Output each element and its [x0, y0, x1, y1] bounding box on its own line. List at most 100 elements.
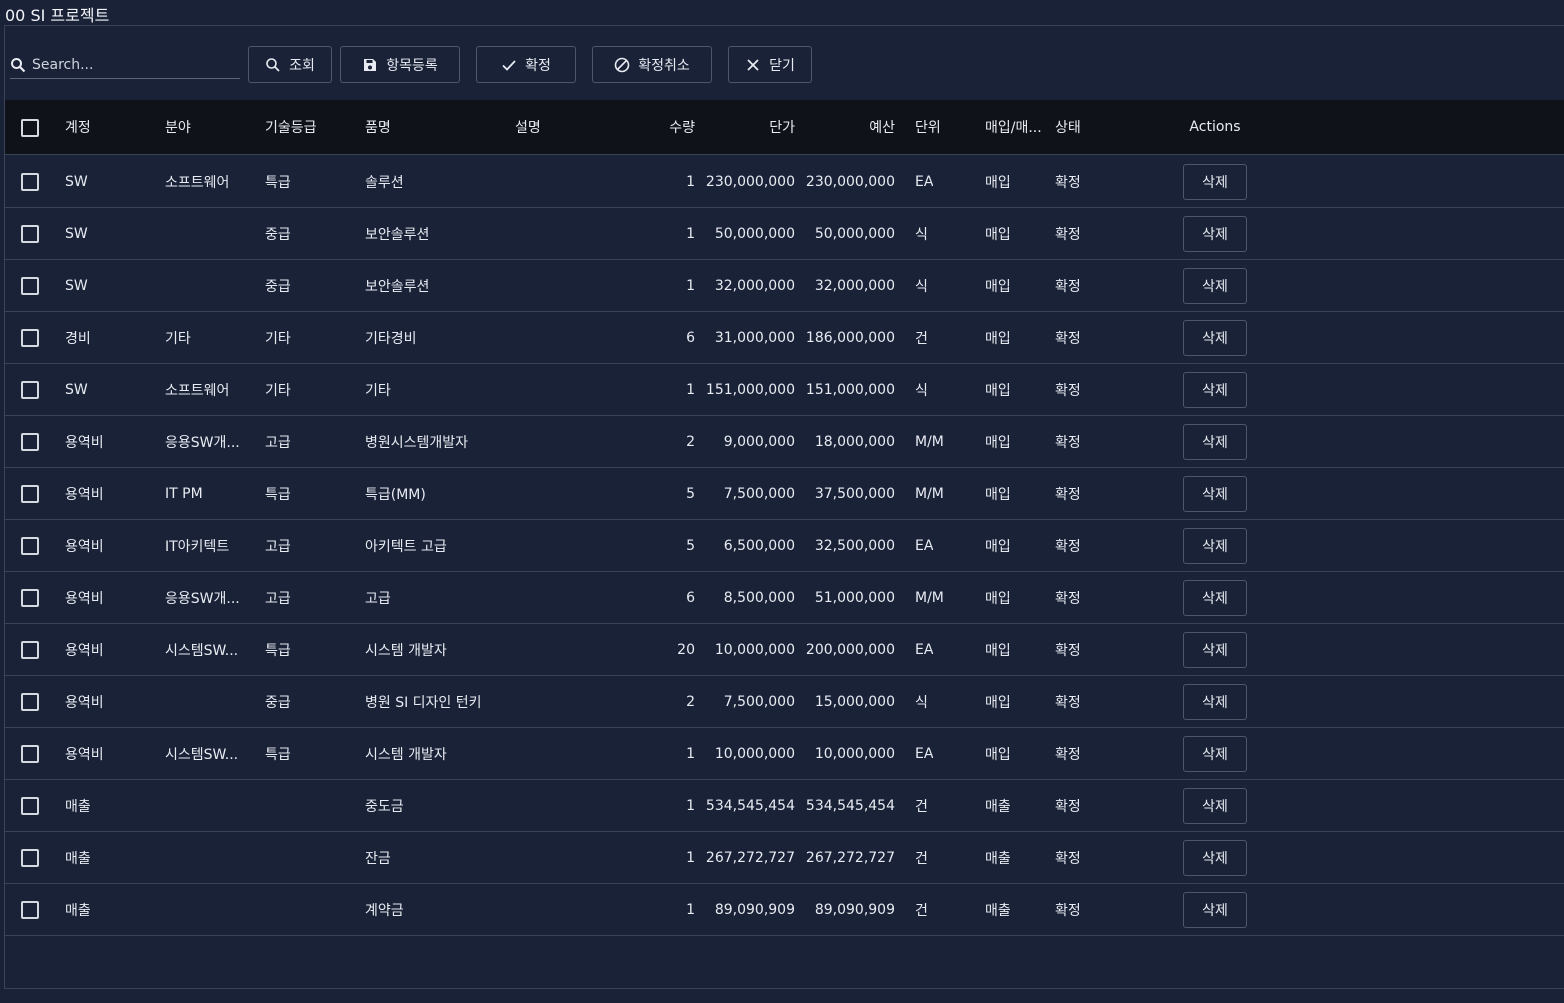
cell-description	[515, 468, 635, 519]
cell-unit: 건	[915, 312, 975, 363]
row-checkbox[interactable]	[21, 173, 39, 191]
row-checkbox[interactable]	[21, 433, 39, 451]
row-checkbox[interactable]	[21, 589, 39, 607]
cell-account: SW	[65, 260, 155, 311]
row-checkbox[interactable]	[21, 797, 39, 815]
delete-button[interactable]: 삭제	[1183, 580, 1247, 616]
cell-quantity: 1	[635, 364, 695, 415]
table-row[interactable]: SW 중급 보안솔루션 1 50,000,000 50,000,000 식 매입 확정 삭제	[5, 208, 1564, 260]
row-checkbox[interactable]	[21, 641, 39, 659]
row-checkbox[interactable]	[21, 693, 39, 711]
table-row[interactable]: 매출 계약금 1 89,090,909 89,090,909 건 매출 확정 삭제	[5, 884, 1564, 936]
row-checkbox[interactable]	[21, 537, 39, 555]
delete-button[interactable]: 삭제	[1183, 632, 1247, 668]
delete-button[interactable]: 삭제	[1183, 840, 1247, 876]
cell-account-text: SW	[65, 225, 88, 242]
cell-status-text: 확정	[1055, 850, 1081, 867]
toolbar: 조회 항목등록 확정 확정취소	[5, 26, 1564, 100]
row-checkbox[interactable]	[21, 329, 39, 347]
row-checkbox[interactable]	[21, 485, 39, 503]
table-row[interactable]: 용역비 응용SW개... 고급 고급 6 8,500,000 51,000,000 M/M 매입…	[5, 572, 1564, 624]
column-header[interactable]: 상태	[1055, 100, 1115, 154]
delete-button[interactable]: 삭제	[1183, 684, 1247, 720]
cell-field-text: IT아키텍트	[165, 538, 230, 555]
table-row[interactable]: 용역비 시스템SW... 특급 시스템 개발자 1 10,000,000 10,000,00…	[5, 728, 1564, 780]
delete-button[interactable]: 삭제	[1183, 372, 1247, 408]
cell-account: 용역비	[65, 676, 155, 727]
search-input[interactable]	[32, 56, 232, 73]
table-row[interactable]: 용역비 IT PM 특급 특급(MM) 5 7,500,000 37,500,000 M/M 매…	[5, 468, 1564, 520]
cell-status-text: 확정	[1055, 486, 1081, 503]
cell-description	[515, 884, 635, 935]
column-header[interactable]: 예산	[805, 100, 895, 154]
cell-description	[515, 780, 635, 831]
table-row[interactable]: 경비 기타 기타 기타경비 6 31,000,000 186,000,000 건 매입 확정 삭제	[5, 312, 1564, 364]
cell-unit-text: 건	[915, 902, 928, 919]
column-header[interactable]: 설명	[515, 100, 635, 154]
confirm-button[interactable]: 확정	[476, 46, 576, 83]
delete-button[interactable]: 삭제	[1183, 164, 1247, 200]
delete-button[interactable]: 삭제	[1183, 528, 1247, 564]
page-title: 00 SI 프로젝트	[5, 6, 110, 25]
cell-unit: EA	[915, 520, 975, 571]
delete-button[interactable]: 삭제	[1183, 320, 1247, 356]
cell-status-text: 확정	[1055, 330, 1081, 347]
row-checkbox[interactable]	[21, 745, 39, 763]
column-header[interactable]: 분야	[165, 100, 255, 154]
column-header[interactable]: 기술등급	[265, 100, 355, 154]
cell-account: 매출	[65, 832, 155, 883]
row-checkbox[interactable]	[21, 901, 39, 919]
query-button[interactable]: 조회	[248, 46, 332, 83]
delete-button[interactable]: 삭제	[1183, 268, 1247, 304]
cell-unit-price-text: 534,545,454	[705, 797, 795, 814]
delete-button[interactable]: 삭제	[1183, 216, 1247, 252]
cell-unit-price: 267,272,727	[705, 832, 795, 883]
cell-account: SW	[65, 156, 155, 207]
row-checkbox[interactable]	[21, 849, 39, 867]
column-header[interactable]: 수량	[635, 100, 695, 154]
table-row[interactable]: 용역비 시스템SW... 특급 시스템 개발자 20 10,000,000 200,000,…	[5, 624, 1564, 676]
cell-account: 경비	[65, 312, 155, 363]
delete-button[interactable]: 삭제	[1183, 788, 1247, 824]
cell-grade: 특급	[265, 624, 355, 675]
cell-budget-text: 89,090,909	[814, 901, 895, 918]
register-button-label: 항목등록	[386, 56, 438, 73]
table-row[interactable]: 용역비 중급 병원 SI 디자인 턴키 2 7,500,000 15,000,000 식 매입…	[5, 676, 1564, 728]
delete-button[interactable]: 삭제	[1183, 736, 1247, 772]
column-header[interactable]: 단가	[705, 100, 795, 154]
table-row[interactable]: SW 중급 보안솔루션 1 32,000,000 32,000,000 식 매입 확정 삭제	[5, 260, 1564, 312]
table-row[interactable]: 매출 중도금 1 534,545,454 534,545,454 건 매출 확정 삭제	[5, 780, 1564, 832]
cell-status-text: 확정	[1055, 694, 1081, 711]
cell-item: 솔루션	[365, 156, 505, 207]
search-box[interactable]	[10, 51, 240, 79]
row-checkbox[interactable]	[21, 277, 39, 295]
delete-button[interactable]: 삭제	[1183, 892, 1247, 928]
table-row[interactable]: SW 소프트웨어 기타 기타 1 151,000,000 151,000,000 식 매입 확정 삭…	[5, 364, 1564, 416]
table-row[interactable]: 매출 잔금 1 267,272,727 267,272,727 건 매출 확정 삭제	[5, 832, 1564, 884]
row-checkbox[interactable]	[21, 225, 39, 243]
select-all-checkbox[interactable]	[21, 119, 39, 137]
row-checkbox[interactable]	[21, 381, 39, 399]
cell-item-text: 솔루션	[365, 174, 404, 191]
project-panel: 조회 항목등록 확정 확정취소	[4, 25, 1564, 989]
register-button[interactable]: 항목등록	[340, 46, 460, 83]
cell-account-text: 용역비	[65, 538, 104, 555]
cell-budget: 200,000,000	[805, 624, 895, 675]
cell-quantity-text: 1	[686, 849, 695, 866]
delete-button[interactable]: 삭제	[1183, 424, 1247, 460]
cell-quantity: 20	[635, 624, 695, 675]
cell-unit: M/M	[915, 572, 975, 623]
cell-budget: 230,000,000	[805, 156, 895, 207]
table-row[interactable]: 용역비 응용SW개... 고급 병원시스템개발자 2 9,000,000 18,000,00…	[5, 416, 1564, 468]
cell-item: 병원 SI 디자인 턴키	[365, 676, 505, 727]
table-row[interactable]: SW 소프트웨어 특급 솔루션 1 230,000,000 230,000,000 EA 매입 확…	[5, 156, 1564, 208]
column-header[interactable]: 계정	[65, 100, 155, 154]
delete-button[interactable]: 삭제	[1183, 476, 1247, 512]
close-button[interactable]: 닫기	[728, 46, 812, 83]
table-row[interactable]: 용역비 IT아키텍트 고급 아키텍트 고급 5 6,500,000 32,500,000 EA…	[5, 520, 1564, 572]
cell-account: 용역비	[65, 416, 155, 467]
cancel-confirm-button[interactable]: 확정취소	[592, 46, 712, 83]
column-header[interactable]: 단위	[915, 100, 975, 154]
column-header[interactable]: 매입/매...	[985, 100, 1047, 154]
column-header[interactable]: 품명	[365, 100, 505, 154]
